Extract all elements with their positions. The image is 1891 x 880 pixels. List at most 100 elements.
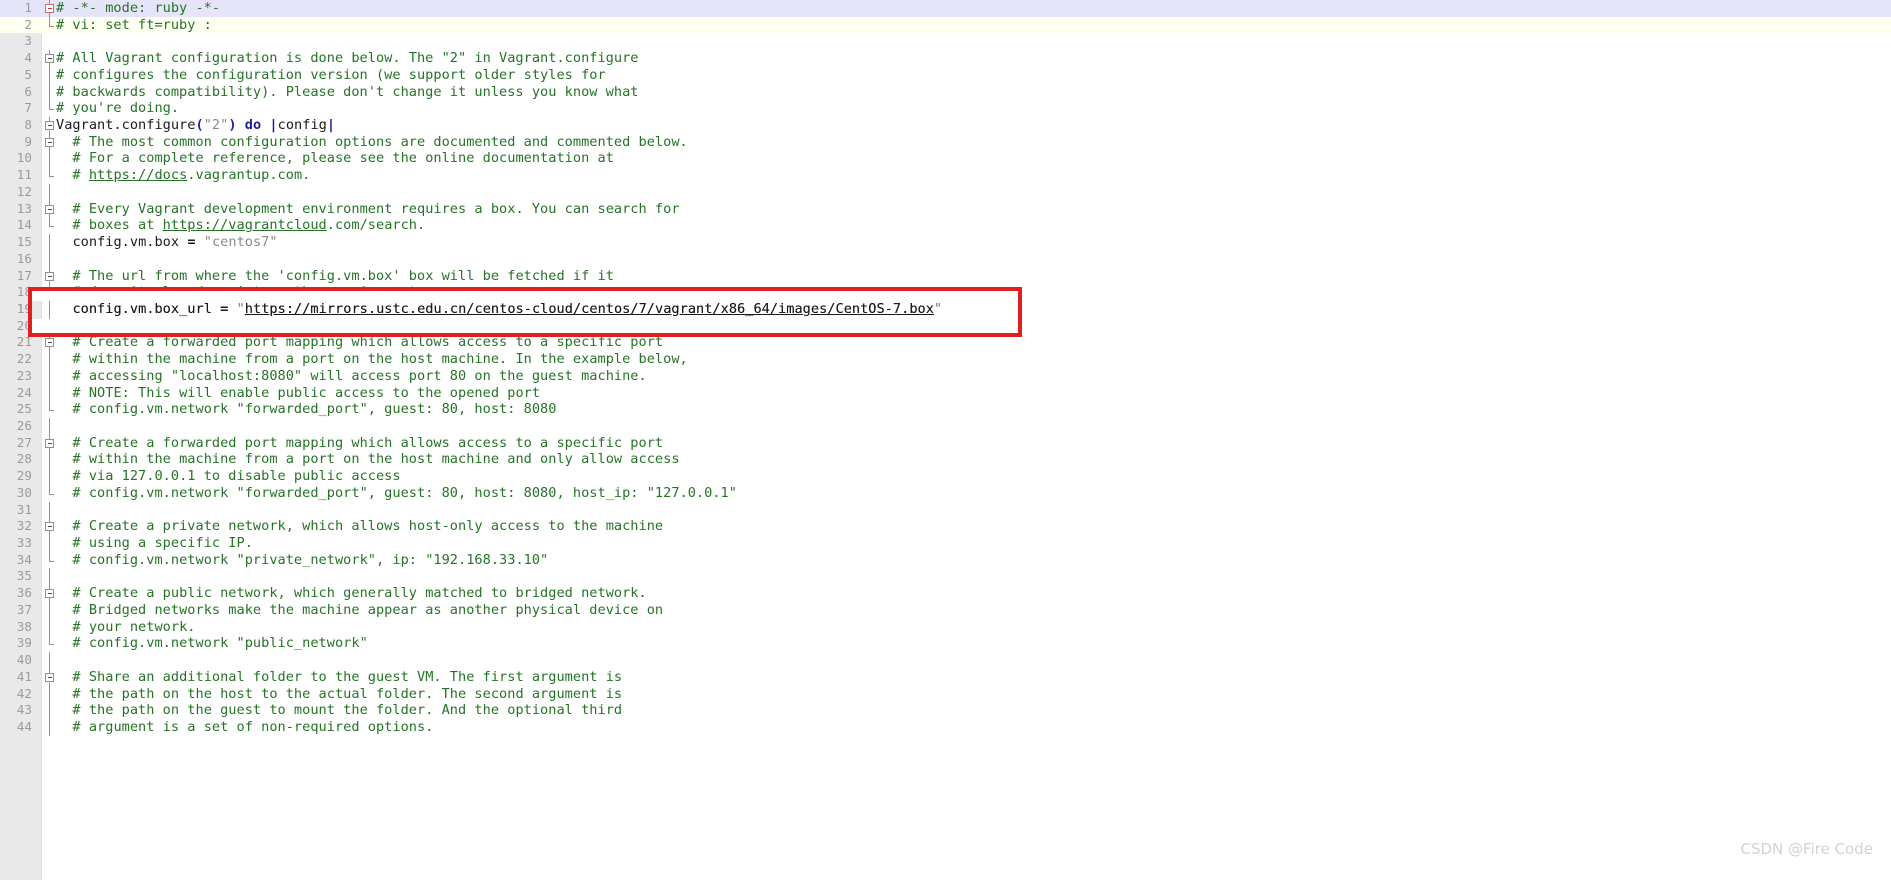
comment-text: # config.vm.network "private_network", i… <box>72 551 549 568</box>
code-content-area[interactable]: 1 # -*- mode: ruby -*- 2 # vi: set ft=ruby … <box>0 0 1891 880</box>
code-line[interactable]: 30 # config.vm.network "forwarded_port",… <box>0 484 1891 502</box>
fold-guide-line <box>49 501 50 519</box>
comment-text: # Create a private network, which allows… <box>72 518 664 535</box>
code-line[interactable]: 22 # within the machine from a port on t… <box>0 351 1891 368</box>
fold-gutter-cell[interactable] <box>44 250 58 268</box>
fold-collapse-icon[interactable] <box>45 338 54 348</box>
code-line[interactable]: 21 # Create a forwarded port mapping whi… <box>0 334 1891 352</box>
code-line[interactable]: 37 # Bridged networks make the machine a… <box>0 601 1891 619</box>
comment-text: # All Vagrant configuration is done belo… <box>56 50 639 67</box>
comment-text: # backwards compatibility). Please don't… <box>56 83 639 100</box>
line-number: 38 <box>16 618 32 634</box>
comment-text: # The url from where the 'config.vm.box'… <box>72 267 614 284</box>
fold-collapse-icon[interactable] <box>45 271 54 281</box>
fold-guide-line <box>49 83 50 101</box>
code-line[interactable]: 39 # config.vm.network "public_network" <box>0 635 1891 652</box>
comment-text: # configures the configuration version (… <box>56 66 606 83</box>
code-line[interactable]: 26 <box>0 418 1891 435</box>
comment-text: # The most common configuration options … <box>72 133 688 150</box>
line-number: 21 <box>16 334 32 350</box>
code-line[interactable]: 25 # config.vm.network "forwarded_port",… <box>0 401 1891 418</box>
code-line[interactable]: 9 # The most common configuration option… <box>0 133 1891 151</box>
fold-collapse-icon[interactable] <box>45 4 54 13</box>
code-line[interactable]: 32 # Create a private network, which all… <box>0 518 1891 536</box>
identifier: config <box>277 117 327 134</box>
code-line[interactable]: 40 <box>0 652 1891 669</box>
code-line[interactable]: 2 # vi: set ft=ruby : <box>0 16 1891 34</box>
comment-text: # Every Vagrant development environment … <box>72 200 680 217</box>
fold-guide-line <box>49 618 50 636</box>
code-editor[interactable]: 1 # -*- mode: ruby -*- 2 # vi: set ft=ruby … <box>0 0 1891 880</box>
box-url-link[interactable]: https://mirrors.ustc.edu.cn/centos-cloud… <box>245 301 934 317</box>
code-line[interactable]: 17 # The url from where the 'config.vm.b… <box>0 267 1891 285</box>
fold-collapse-icon[interactable] <box>45 589 54 599</box>
code-line[interactable]: 5 # configures the configuration version … <box>0 66 1891 84</box>
code-line[interactable]: 3 <box>0 33 1891 50</box>
fold-collapse-icon[interactable] <box>45 522 54 532</box>
fold-collapse-icon[interactable] <box>45 672 54 682</box>
fold-collapse-icon[interactable] <box>45 121 54 131</box>
comment-text: # <box>72 167 89 184</box>
fold-gutter-cell[interactable] <box>44 418 58 435</box>
line-number: 40 <box>16 652 32 668</box>
fold-gutter-cell[interactable] <box>44 652 58 669</box>
code-line[interactable]: 1 # -*- mode: ruby -*- <box>0 0 1891 17</box>
comment-text: .com/search. <box>326 217 426 234</box>
comment-text: # NOTE: This will enable public access t… <box>72 384 541 401</box>
fold-guide-line <box>49 351 50 368</box>
line-text: # For a complete reference, please see t… <box>56 150 614 167</box>
fold-gutter-cell[interactable] <box>44 568 58 586</box>
code-line[interactable]: 15 config.vm.box = "centos7" <box>0 234 1891 251</box>
code-line[interactable]: 7 # you're doing. <box>0 100 1891 117</box>
code-line[interactable]: 41 # Share an additional folder to the g… <box>0 668 1891 686</box>
code-line[interactable]: 6 # backwards compatibility). Please don'… <box>0 83 1891 101</box>
fold-collapse-icon[interactable] <box>45 438 54 448</box>
code-line[interactable]: 29 # via 127.0.0.1 to disable public acc… <box>0 468 1891 485</box>
code-line[interactable]: 35 <box>0 568 1891 586</box>
code-line[interactable]: 28 # within the machine from a port on t… <box>0 451 1891 469</box>
line-text: # All Vagrant configuration is done belo… <box>56 50 639 67</box>
fold-collapse-icon[interactable] <box>45 54 54 64</box>
identifier: config.vm.box <box>72 234 180 251</box>
fold-collapse-icon[interactable] <box>45 137 54 147</box>
annotation-mask-bottom <box>32 319 1018 333</box>
fold-gutter-cell[interactable] <box>44 33 58 50</box>
comment-url-link[interactable]: https://vagrantcloud <box>163 217 327 233</box>
fold-collapse-icon[interactable] <box>45 204 54 214</box>
code-line[interactable]: 31 <box>0 501 1891 519</box>
code-line[interactable]: 24 # NOTE: This will enable public acces… <box>0 384 1891 402</box>
line-text: # vi: set ft=ruby : <box>56 17 212 34</box>
code-line[interactable]: 33 # using a specific IP. <box>0 535 1891 552</box>
code-line[interactable]: 8 Vagrant.configure("2") do |config| <box>0 117 1891 134</box>
code-line-highlighted[interactable]: 19 config.vm.box_url = "https://mirrors.… <box>0 300 1891 318</box>
code-line[interactable]: 44 # argument is a set of non-required o… <box>0 718 1891 736</box>
code-line[interactable]: 12 <box>0 183 1891 201</box>
code-line[interactable]: 38 # your network. <box>0 618 1891 636</box>
code-line[interactable]: 11 # https://docs.vagrantup.com. <box>0 167 1891 184</box>
code-line[interactable]: 13 # Every Vagrant development environme… <box>0 200 1891 218</box>
fold-gutter-cell[interactable] <box>44 501 58 519</box>
code-line[interactable]: 16 <box>0 250 1891 268</box>
code-line[interactable]: 42 # the path on the host to the actual … <box>0 685 1891 703</box>
code-line[interactable]: 34 # config.vm.network "private_network"… <box>0 551 1891 569</box>
fold-region-end <box>49 551 54 562</box>
code-line[interactable]: 27 # Create a forwarded port mapping whi… <box>0 434 1891 452</box>
code-line[interactable]: 23 # accessing "localhost:8080" will acc… <box>0 367 1891 385</box>
line-number: 12 <box>16 183 32 199</box>
code-line[interactable]: 43 # the path on the guest to mount the … <box>0 702 1891 719</box>
line-number: 28 <box>16 451 32 467</box>
code-line[interactable]: 4 # All Vagrant configuration is done bel… <box>0 50 1891 67</box>
comment-text: # the path on the guest to mount the fol… <box>72 702 623 719</box>
line-text: # config.vm.network "public_network" <box>56 635 368 652</box>
line-number: 39 <box>16 635 32 651</box>
comment-text: # config.vm.network "forwarded_port", gu… <box>72 484 737 501</box>
fold-gutter-cell[interactable] <box>44 183 58 201</box>
line-number: 23 <box>16 367 32 383</box>
comment-url-link[interactable]: https://docs <box>89 167 187 183</box>
code-line[interactable]: 10 # For a complete reference, please se… <box>0 150 1891 168</box>
fold-guide-line <box>49 468 50 485</box>
comment-text: # via 127.0.0.1 to disable public access <box>72 468 401 485</box>
code-line[interactable]: 14 # boxes at https://vagrantcloud.com/s… <box>0 217 1891 234</box>
line-text: # via 127.0.0.1 to disable public access <box>56 468 401 485</box>
code-line[interactable]: 36 # Create a public network, which gene… <box>0 585 1891 602</box>
